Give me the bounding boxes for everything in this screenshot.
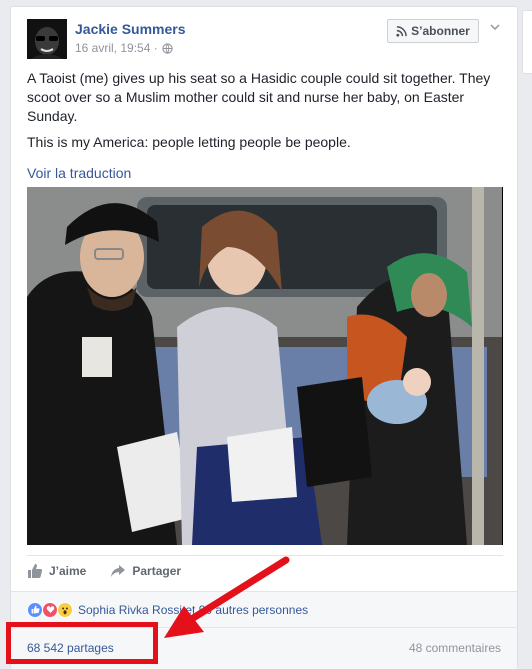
see-translation-link[interactable]: Voir la traduction [27, 165, 131, 181]
post-photo[interactable] [27, 187, 503, 545]
wow-reaction-icon [57, 601, 73, 618]
red-arrow-icon [164, 556, 290, 638]
like-button[interactable]: J’aime [27, 563, 86, 579]
post-timestamp[interactable]: 16 avril, 19:54 · [75, 41, 158, 55]
love-reaction-icon [42, 601, 58, 618]
post-paragraph-2: This is my America: people letting peopl… [27, 134, 351, 150]
globe-icon [162, 42, 173, 54]
sidebar-edge [522, 10, 532, 74]
thumbs-up-icon [28, 563, 43, 578]
author-name[interactable]: Jackie Summers [75, 21, 186, 37]
like-reaction-icon [27, 601, 43, 618]
post-meta: 16 avril, 19:54 · [75, 41, 173, 55]
rss-icon [396, 25, 407, 37]
comments-count[interactable]: 48 commentaires [409, 641, 501, 655]
like-label: J’aime [49, 563, 87, 578]
shares-highlight-box [6, 622, 158, 664]
post-paragraph-1: A Taoist (me) gives up his seat so a Has… [27, 70, 491, 124]
follow-button[interactable]: S’abonner [387, 19, 479, 43]
chevron-down-icon[interactable] [489, 21, 501, 33]
post-text: A Taoist (me) gives up his seat so a Has… [27, 69, 503, 152]
follow-label: S’abonner [411, 24, 470, 38]
avatar[interactable] [27, 19, 67, 59]
share-arrow-icon [111, 564, 126, 577]
